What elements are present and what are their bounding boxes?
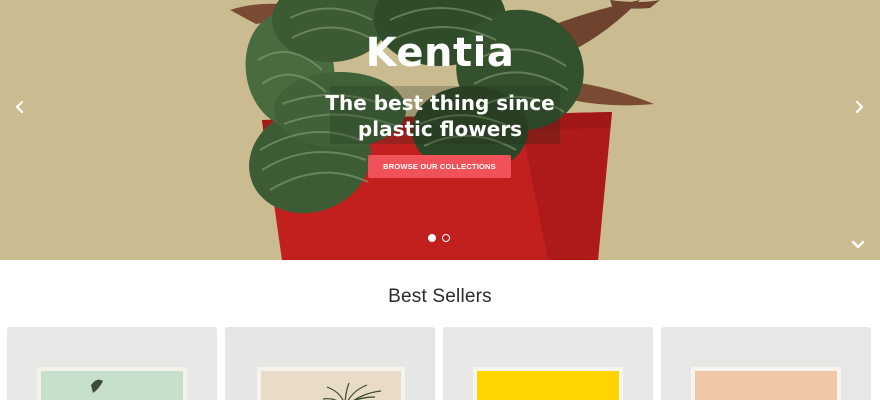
product-image-2: [225, 327, 435, 400]
previous-slide-button[interactable]: [12, 99, 28, 115]
product-card-4[interactable]: [661, 327, 871, 400]
slide-dot-2[interactable]: [442, 234, 450, 242]
product-image-3: [443, 327, 653, 400]
chevron-right-icon: [855, 100, 864, 114]
product-image-4: [661, 327, 871, 400]
chevron-left-icon: [15, 100, 24, 114]
browse-collections-button[interactable]: BROWSE OUR COLLECTIONS: [368, 155, 511, 178]
product-card-1[interactable]: [7, 327, 217, 400]
product-card-2[interactable]: [225, 327, 435, 400]
product-card-3[interactable]: [443, 327, 653, 400]
best-sellers-title: Best Sellers: [388, 286, 492, 307]
hero-title: Kentia: [365, 30, 515, 76]
next-slide-button[interactable]: [851, 99, 867, 115]
slide-dot-1[interactable]: [428, 234, 436, 242]
scroll-down-button[interactable]: [850, 237, 866, 253]
hero-subtitle: The best thing since plastic flowers: [325, 91, 555, 141]
hero-banner: Kentia The best thing since plastic flow…: [0, 0, 880, 260]
product-image-1: [7, 327, 217, 400]
chevron-down-icon: [851, 240, 865, 249]
